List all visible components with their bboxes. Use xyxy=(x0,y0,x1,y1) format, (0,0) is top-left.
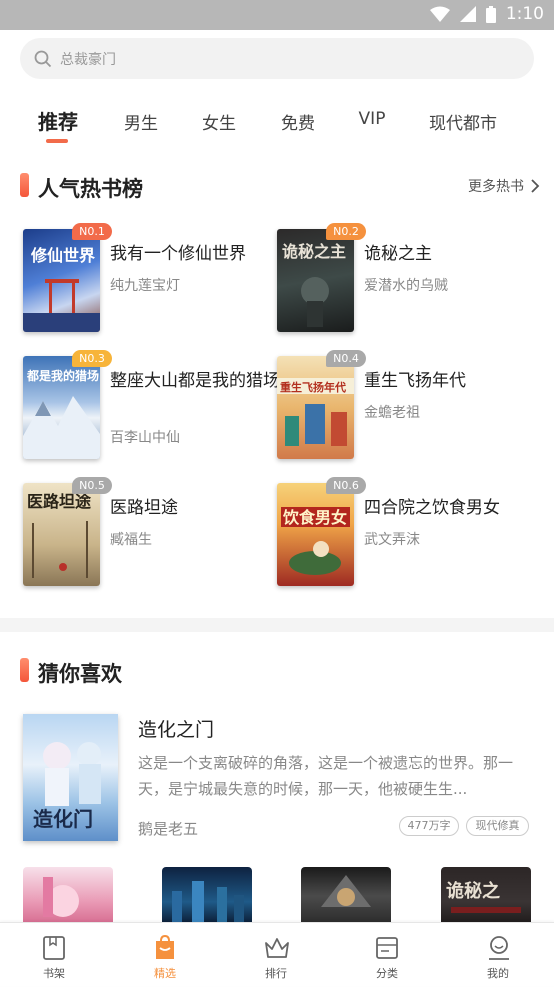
tab-free[interactable]: 免费 xyxy=(281,109,315,134)
nav-profile[interactable]: 我的 xyxy=(458,923,538,987)
featured-book-author: 鹅是老五 xyxy=(138,820,199,838)
rank-book-1[interactable]: 修仙世界 N0.1 我有一个修仙世界 纯九莲宝灯 xyxy=(23,223,283,333)
rank-badge: N0.6 xyxy=(326,477,366,494)
search-bar[interactable]: 总裁豪门 xyxy=(20,38,534,79)
rank-badge: N0.1 xyxy=(72,223,112,240)
book-title: 诡秘之主 xyxy=(364,244,432,264)
section-accent-bar xyxy=(20,173,29,197)
recommendation-thumbnail-2[interactable] xyxy=(162,867,252,925)
rank-badge: N0.5 xyxy=(72,477,112,494)
book-cover: 重生飞扬年代 xyxy=(277,356,354,459)
guess-section-title: 猜你喜欢 xyxy=(38,662,122,686)
rank-badge: N0.4 xyxy=(326,350,366,367)
nav-bookshelf[interactable]: 书架 xyxy=(14,923,94,987)
svg-text:重生飞扬年代: 重生飞扬年代 xyxy=(280,380,346,394)
status-bar: 1:10 xyxy=(0,0,554,30)
book-author: 百李山中仙 xyxy=(110,430,180,446)
svg-text:诡秘之: 诡秘之 xyxy=(446,880,500,902)
chevron-right-icon xyxy=(531,179,540,193)
recommendation-thumbnail-3[interactable] xyxy=(301,867,391,925)
featured-book-title: 造化之门 xyxy=(138,719,215,741)
book-author: 臧福生 xyxy=(110,532,152,548)
svg-text:饮食男女: 饮食男女 xyxy=(282,508,347,527)
book-cover: 诡秘之主 xyxy=(277,229,354,332)
book-cover: 修仙世界 xyxy=(23,229,100,332)
tab-active-indicator xyxy=(46,139,68,143)
genre-tag: 现代修真 xyxy=(466,816,529,836)
nav-category[interactable]: 分类 xyxy=(347,923,427,987)
hot-section-title: 人气热书榜 xyxy=(38,177,143,201)
nav-label: 书架 xyxy=(43,967,65,980)
book-title: 重生飞扬年代 xyxy=(364,371,466,391)
rank-badge: N0.2 xyxy=(326,223,366,240)
nav-label: 我的 xyxy=(487,967,509,980)
nav-label: 精选 xyxy=(154,967,176,980)
svg-text:造化门: 造化门 xyxy=(33,807,93,831)
book-author: 金蟾老祖 xyxy=(364,405,420,421)
svg-text:医路坦途: 医路坦途 xyxy=(27,492,92,511)
nav-ranking[interactable]: 排行 xyxy=(236,923,316,987)
rank-book-4[interactable]: 重生飞扬年代 N0.4 重生飞扬年代 金蟾老祖 xyxy=(277,350,537,460)
nav-label: 分类 xyxy=(376,967,398,980)
category-tabs: 推荐 男生 女生 免费 VIP 现代都市 xyxy=(0,79,554,145)
rank-badge: N0.3 xyxy=(72,350,112,367)
tab-vip[interactable]: VIP xyxy=(359,109,386,129)
tab-recommend[interactable]: 推荐 xyxy=(38,106,78,135)
svg-text:修仙世界: 修仙世界 xyxy=(30,246,95,265)
tab-female[interactable]: 女生 xyxy=(202,109,236,134)
featured-book-description: 这是一个支离破碎的角落，这是一个被遗忘的世界。那一天，是宁城最失意的时候，那一天… xyxy=(138,754,514,798)
book-title: 四合院之饮食男女 xyxy=(364,498,500,518)
word-count-tag: 477万字 xyxy=(399,816,459,836)
svg-text:诡秘之主: 诡秘之主 xyxy=(282,242,346,261)
nav-label: 排行 xyxy=(265,967,287,980)
rank-book-2[interactable]: 诡秘之主 N0.2 诡秘之主 爱潜水的乌贼 xyxy=(277,223,537,333)
bottom-navigation: 书架 精选 排行 分类 我的 xyxy=(0,922,554,986)
rank-book-5[interactable]: 医路坦途 N0.5 医路坦途 臧福生 xyxy=(23,477,283,587)
more-hot-books-label: 更多热书 xyxy=(468,179,524,195)
book-title: 医路坦途 xyxy=(110,498,178,518)
featured-book-cover: 造化门 xyxy=(23,714,118,841)
recommendation-thumbnail-4[interactable]: 诡秘之 xyxy=(441,867,531,925)
recommendation-thumbnail-1[interactable] xyxy=(23,867,113,925)
profile-icon xyxy=(489,936,509,960)
svg-text:都是我的猎场: 都是我的猎场 xyxy=(26,368,99,383)
book-cover: 都是我的猎场 xyxy=(23,356,100,459)
book-cover: 医路坦途 xyxy=(23,483,100,586)
book-author: 武文弄沫 xyxy=(364,532,420,548)
section-accent-bar xyxy=(20,658,29,682)
book-title: 整座大山都是我的猎场 xyxy=(110,371,280,391)
signal-icon xyxy=(459,6,476,22)
book-cover: 饮食男女 xyxy=(277,483,354,586)
book-title: 我有一个修仙世界 xyxy=(110,244,246,264)
search-icon xyxy=(34,50,52,67)
rank-book-3[interactable]: 都是我的猎场 N0.3 整座大山都是我的猎场 百李山中仙 xyxy=(23,350,283,460)
bookshelf-icon xyxy=(43,936,65,960)
book-author: 纯九莲宝灯 xyxy=(110,278,180,294)
status-time: 1:10 xyxy=(505,4,544,24)
tab-urban[interactable]: 现代都市 xyxy=(429,109,497,134)
section-divider xyxy=(0,618,554,632)
crown-icon xyxy=(265,938,289,958)
book-author: 爱潜水的乌贼 xyxy=(364,278,448,294)
category-icon xyxy=(376,937,398,959)
search-placeholder: 总裁豪门 xyxy=(60,51,116,68)
featured-icon xyxy=(156,935,174,959)
battery-icon xyxy=(485,5,496,23)
more-hot-books-link[interactable]: 更多热书 xyxy=(468,176,540,196)
rank-book-6[interactable]: 饮食男女 N0.6 四合院之饮食男女 武文弄沫 xyxy=(277,477,537,587)
nav-featured[interactable]: 精选 xyxy=(125,923,205,987)
tab-male[interactable]: 男生 xyxy=(124,109,158,134)
wifi-icon xyxy=(429,6,450,22)
